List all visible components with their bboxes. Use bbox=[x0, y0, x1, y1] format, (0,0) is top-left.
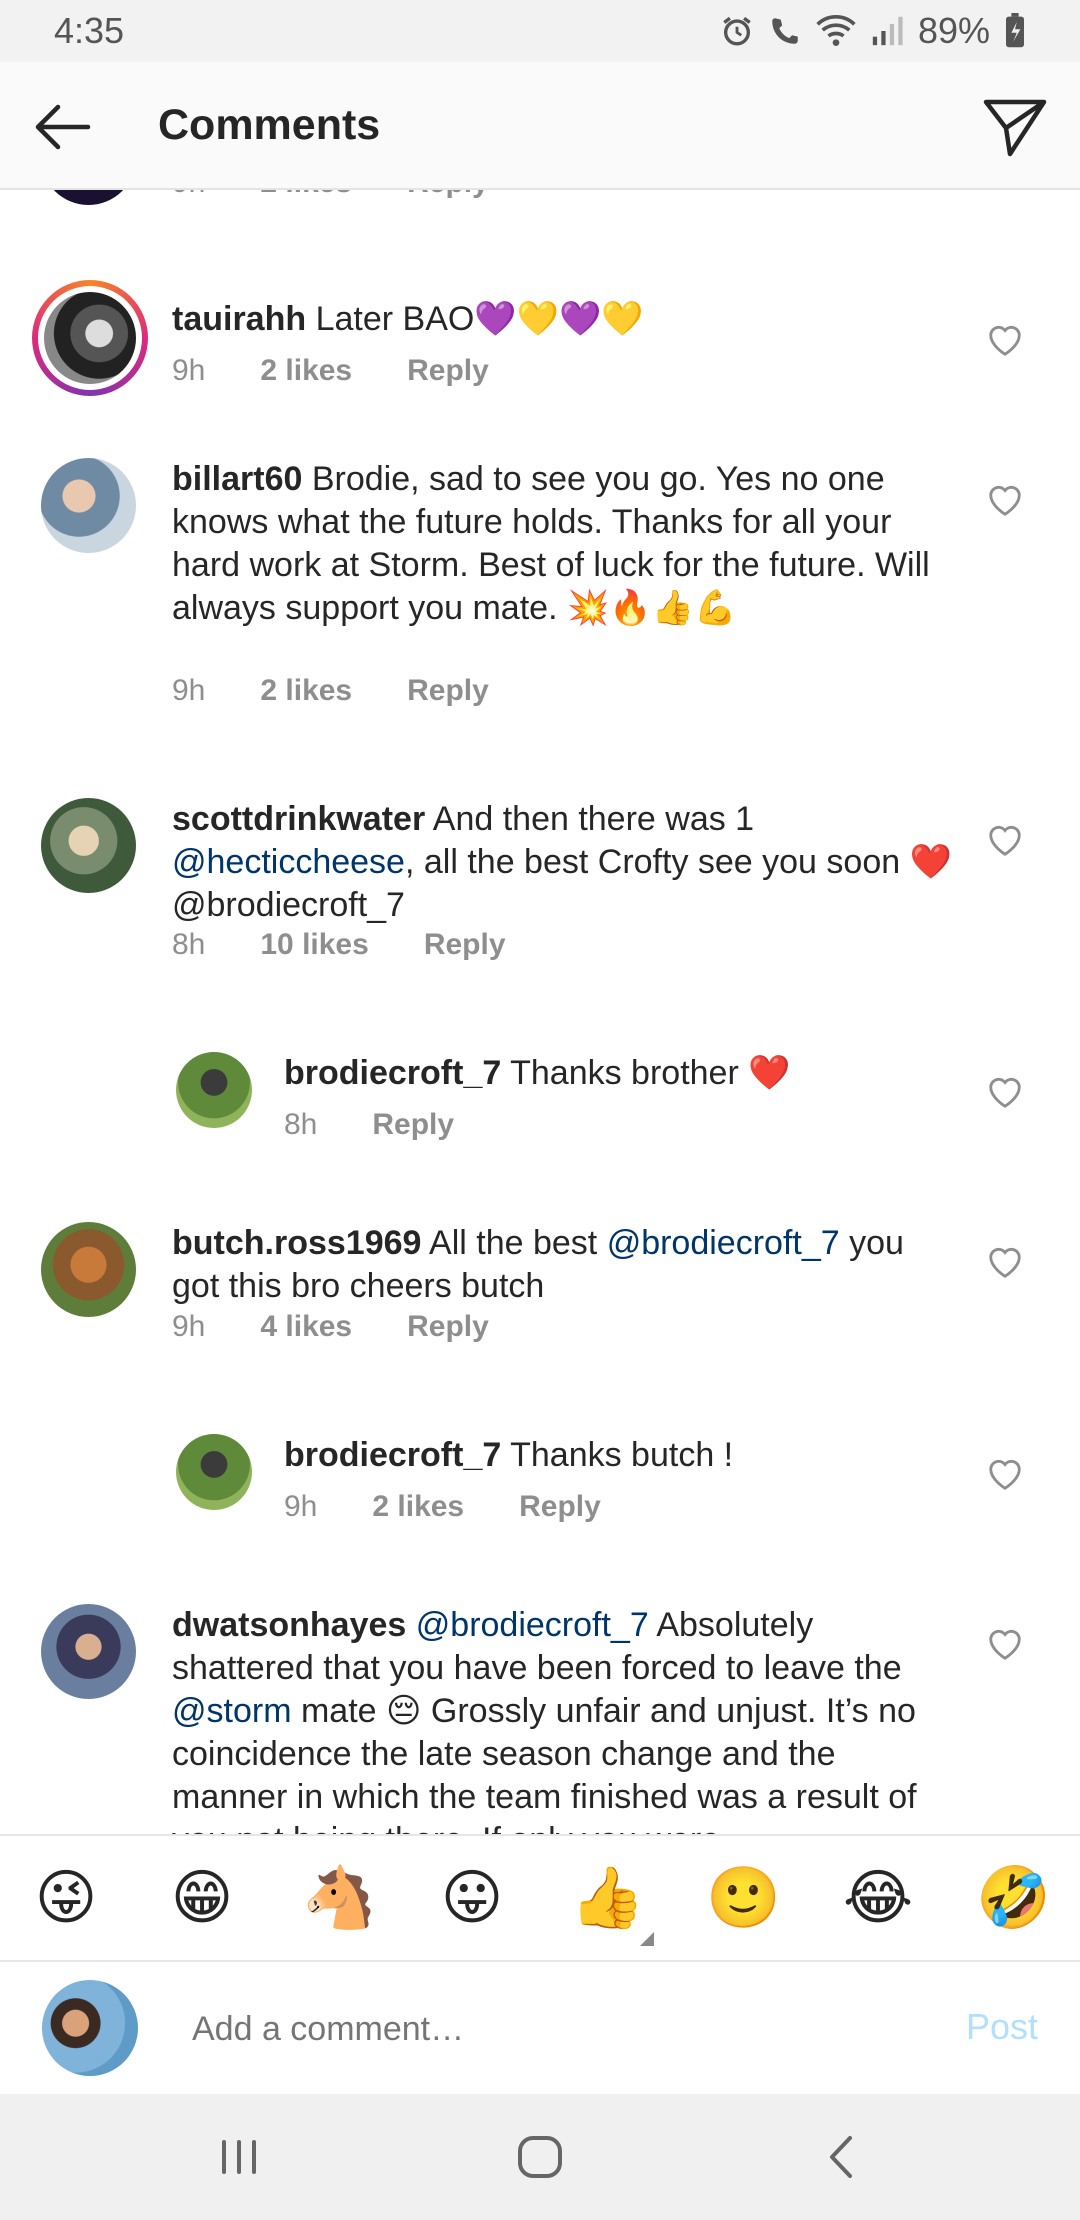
comment-text: brodiecroft_7 Thanks brother ❤️ bbox=[284, 1052, 954, 1095]
status-bar: 4:35 89% bbox=[0, 0, 1080, 62]
avatar[interactable] bbox=[41, 458, 136, 553]
comment-meta: 9h 4 likes Reply bbox=[172, 1310, 544, 1344]
page-title: Comments bbox=[158, 100, 381, 149]
like-heart-icon[interactable] bbox=[986, 1244, 1024, 1280]
wifi-call-icon bbox=[772, 18, 798, 44]
comment-input[interactable] bbox=[190, 2000, 894, 2058]
comment-body: Later BAO💜💛💜💛 bbox=[315, 300, 644, 338]
recent-apps-icon[interactable] bbox=[214, 2132, 264, 2182]
reply-button[interactable]: Reply bbox=[407, 354, 489, 388]
comment-text: dwatsonhayes @brodiecroft_7 Absolutely s… bbox=[172, 1604, 952, 1834]
avatar[interactable] bbox=[41, 798, 136, 893]
comment-username[interactable]: tauirahh bbox=[172, 300, 306, 338]
comment-time: 9h bbox=[172, 674, 206, 707]
emoji-button[interactable]: 😁 bbox=[166, 1862, 238, 1934]
comment-username[interactable]: billart60 bbox=[172, 460, 302, 498]
comment-meta: 9h 2 likes Reply bbox=[172, 190, 544, 200]
emoji-button[interactable]: 🤣 bbox=[976, 1862, 1051, 1934]
mention-link[interactable]: @brodiecroft_7 bbox=[607, 1224, 840, 1262]
like-heart-icon[interactable] bbox=[986, 322, 1024, 358]
reply-button[interactable]: Reply bbox=[372, 1108, 454, 1142]
comment-time: 9h bbox=[172, 1310, 206, 1343]
battery-percent: 89% bbox=[917, 10, 990, 51]
avatar-story-ring[interactable] bbox=[32, 280, 148, 396]
comment-meta: 9h 2 likes Reply bbox=[172, 674, 544, 708]
comment-composer: Post bbox=[0, 1962, 1080, 2094]
mention-link[interactable]: @hecticcheese bbox=[172, 843, 405, 881]
emoji-quick-bar: 😜 😁 🐴 😛 👍 🙂 😂 🤣 bbox=[0, 1834, 1080, 1962]
comment-meta: 9h 2 likes Reply bbox=[172, 354, 544, 388]
comment-text: billart60 Brodie, sad to see you go. Yes… bbox=[172, 458, 952, 630]
wifi-icon bbox=[816, 15, 856, 46]
comment-likes[interactable]: 4 likes bbox=[260, 1310, 352, 1344]
comment-time: 8h bbox=[284, 1108, 318, 1141]
comment-body: And then there was 1 bbox=[432, 800, 755, 838]
status-icons: 89% bbox=[720, 10, 1026, 52]
comment-body: All the best bbox=[429, 1224, 607, 1262]
comments-feed[interactable]: 9h 2 likes Reply tauirahh Later BAO💜💛💜💛 … bbox=[0, 190, 1080, 1834]
header: Comments bbox=[0, 62, 1080, 190]
comment-likes[interactable]: 2 likes bbox=[260, 674, 352, 708]
emoji-button[interactable]: 😜 bbox=[30, 1862, 102, 1934]
mention-link[interactable]: @brodiecroft_7 bbox=[416, 1606, 649, 1644]
comment-text: butch.ross1969 All the best @brodiecroft… bbox=[172, 1222, 952, 1308]
reply-button[interactable]: Reply bbox=[407, 674, 489, 708]
comment-likes[interactable]: 2 likes bbox=[372, 1490, 464, 1524]
emoji-button[interactable]: 👍 bbox=[570, 1862, 645, 1934]
comment-username[interactable]: butch.ross1969 bbox=[172, 1224, 421, 1262]
like-heart-icon[interactable] bbox=[986, 822, 1024, 858]
comment-likes[interactable]: 2 likes bbox=[260, 190, 352, 200]
emoji-button[interactable]: 🙂 bbox=[706, 1862, 781, 1934]
like-heart-icon[interactable] bbox=[986, 1626, 1024, 1662]
avatar[interactable] bbox=[41, 1604, 136, 1699]
comment-username[interactable]: brodiecroft_7 bbox=[284, 1054, 501, 1092]
emoji-button[interactable]: 😂 bbox=[842, 1862, 914, 1934]
battery-charging-icon bbox=[1006, 13, 1024, 48]
avatar[interactable] bbox=[41, 190, 136, 205]
reply-button[interactable]: Reply bbox=[407, 1310, 489, 1344]
comment-meta: 9h 2 likes Reply bbox=[284, 1490, 656, 1524]
status-time: 4:35 bbox=[54, 10, 125, 51]
like-heart-icon[interactable] bbox=[986, 1456, 1024, 1492]
comment-username[interactable]: scottdrinkwater bbox=[172, 800, 425, 838]
comment-time: 8h bbox=[172, 928, 206, 961]
comment-likes[interactable]: 2 likes bbox=[260, 354, 352, 388]
back-nav-icon[interactable] bbox=[820, 2132, 864, 2182]
post-button[interactable]: Post bbox=[966, 2006, 1038, 2048]
comment-body: Thanks butch ! bbox=[510, 1436, 734, 1474]
comment-meta: 8h Reply bbox=[284, 1108, 509, 1142]
avatar[interactable] bbox=[41, 1222, 136, 1317]
comment-username[interactable]: brodiecroft_7 bbox=[284, 1436, 501, 1474]
avatar[interactable] bbox=[176, 1052, 252, 1128]
comment-body: Thanks brother ❤️ bbox=[510, 1054, 791, 1092]
signal-icon bbox=[872, 16, 903, 46]
home-icon[interactable] bbox=[514, 2132, 566, 2182]
comment-text: tauirahh Later BAO💜💛💜💛 bbox=[172, 298, 952, 341]
like-heart-icon[interactable] bbox=[986, 1074, 1024, 1110]
emoji-button[interactable]: 🐴 bbox=[302, 1862, 377, 1934]
comment-time: 9h bbox=[172, 190, 205, 200]
system-nav-bar bbox=[0, 2094, 1080, 2220]
comment-text: brodiecroft_7 Thanks butch ! bbox=[284, 1434, 954, 1477]
skin-tone-indicator bbox=[640, 1932, 654, 1946]
reply-button[interactable]: Reply bbox=[519, 1490, 601, 1524]
avatar[interactable] bbox=[176, 1434, 252, 1510]
comment-likes[interactable]: 10 likes bbox=[260, 928, 368, 962]
my-avatar bbox=[42, 1980, 138, 2076]
comment-username[interactable]: dwatsonhayes bbox=[172, 1606, 406, 1644]
emoji-button[interactable]: 😛 bbox=[436, 1862, 508, 1934]
comment-time: 9h bbox=[284, 1490, 318, 1523]
reply-button[interactable]: Reply bbox=[424, 928, 506, 962]
like-heart-icon[interactable] bbox=[986, 482, 1024, 518]
alarm-icon bbox=[723, 16, 751, 46]
comment-meta: 8h 10 likes Reply bbox=[172, 928, 561, 962]
reply-button[interactable]: Reply bbox=[407, 190, 489, 200]
direct-message-icon[interactable] bbox=[982, 94, 1048, 160]
back-arrow-icon[interactable] bbox=[28, 92, 98, 162]
mention-link[interactable]: @storm bbox=[172, 1692, 292, 1730]
comment-time: 9h bbox=[172, 354, 206, 387]
comment-text: scottdrinkwater And then there was 1 @he… bbox=[172, 798, 952, 927]
